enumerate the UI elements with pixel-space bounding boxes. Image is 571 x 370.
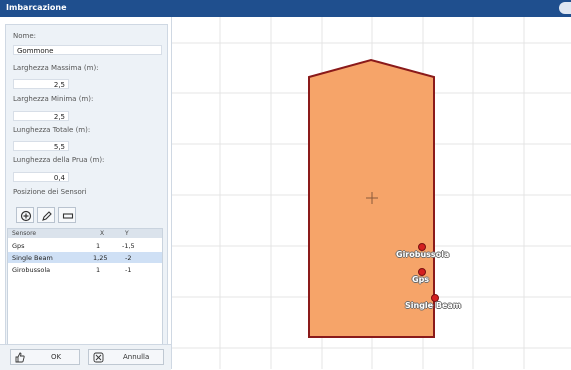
- sensor-x: 1,25: [93, 254, 108, 262]
- window-title: Imbarcazione: [6, 3, 67, 12]
- lunghezza-prua-input[interactable]: 0,4: [13, 172, 69, 182]
- ok-label: OK: [51, 353, 62, 361]
- larghezza-minima-input[interactable]: 2,5: [13, 111, 69, 121]
- table-row[interactable]: Single Beam 1,25 -2: [8, 252, 162, 263]
- thumbs-up-icon: [15, 352, 25, 363]
- boat-preview-canvas[interactable]: Girobussola Gps Single Beam: [171, 17, 571, 369]
- larghezza-minima-label: Larghezza Minima (m):: [13, 95, 94, 103]
- column-header-x[interactable]: X: [100, 230, 104, 237]
- sensor-table: Sensore X Y Gps 1 -1,5 Single Beam 1,25 …: [7, 228, 163, 348]
- dialog-button-bar: OK Annulla: [0, 344, 171, 370]
- column-header-y[interactable]: Y: [125, 230, 129, 237]
- annulla-label: Annulla: [123, 353, 150, 361]
- properties-panel: Nome: Gommone Larghezza Massima (m): 2,5…: [5, 24, 168, 348]
- table-row[interactable]: Gps 1 -1,5: [8, 240, 162, 251]
- lunghezza-totale-input[interactable]: 5,5: [13, 141, 69, 151]
- sensor-table-header: Sensore X Y: [8, 229, 162, 238]
- sensor-x: 1: [96, 266, 101, 274]
- sensor-label-gps: Gps: [412, 275, 430, 284]
- column-header-sensore[interactable]: Sensore: [12, 230, 36, 237]
- sensor-label-girobussola: Girobussola: [396, 250, 450, 259]
- add-sensor-button[interactable]: [16, 207, 34, 223]
- sensor-name: Girobussola: [12, 266, 51, 274]
- table-row[interactable]: Girobussola 1 -1: [8, 264, 162, 275]
- annulla-button[interactable]: Annulla: [88, 349, 164, 365]
- sensor-name: Single Beam: [12, 254, 53, 262]
- larghezza-massima-input[interactable]: 2,5: [13, 79, 69, 89]
- sensori-label: Posizione dei Sensori: [13, 188, 87, 196]
- sensor-y: -2: [125, 254, 132, 262]
- pencil-icon: [42, 211, 52, 221]
- sensor-x: 1: [96, 242, 101, 250]
- lunghezza-prua-label: Lunghezza della Prua (m):: [13, 156, 105, 164]
- cancel-icon: [93, 352, 104, 363]
- nome-input[interactable]: Gommone: [13, 45, 162, 55]
- lunghezza-totale-label: Lunghezza Totale (m):: [13, 126, 91, 134]
- larghezza-massima-label: Larghezza Massima (m):: [13, 64, 99, 72]
- sensor-y: -1,5: [122, 242, 135, 250]
- ok-button[interactable]: OK: [10, 349, 80, 365]
- sensor-y: -1: [125, 266, 132, 274]
- sensor-name: Gps: [12, 242, 25, 250]
- add-circle-icon: [20, 210, 32, 222]
- sensor-label-single-beam: Single Beam: [405, 301, 462, 310]
- nome-label: Nome:: [13, 32, 37, 40]
- minus-rect-icon: [62, 213, 74, 219]
- edit-sensor-button[interactable]: [37, 207, 55, 223]
- title-bar: Imbarcazione: [0, 0, 571, 17]
- remove-sensor-button[interactable]: [58, 207, 76, 223]
- boat-drawing: [172, 17, 571, 369]
- close-button[interactable]: [559, 2, 571, 14]
